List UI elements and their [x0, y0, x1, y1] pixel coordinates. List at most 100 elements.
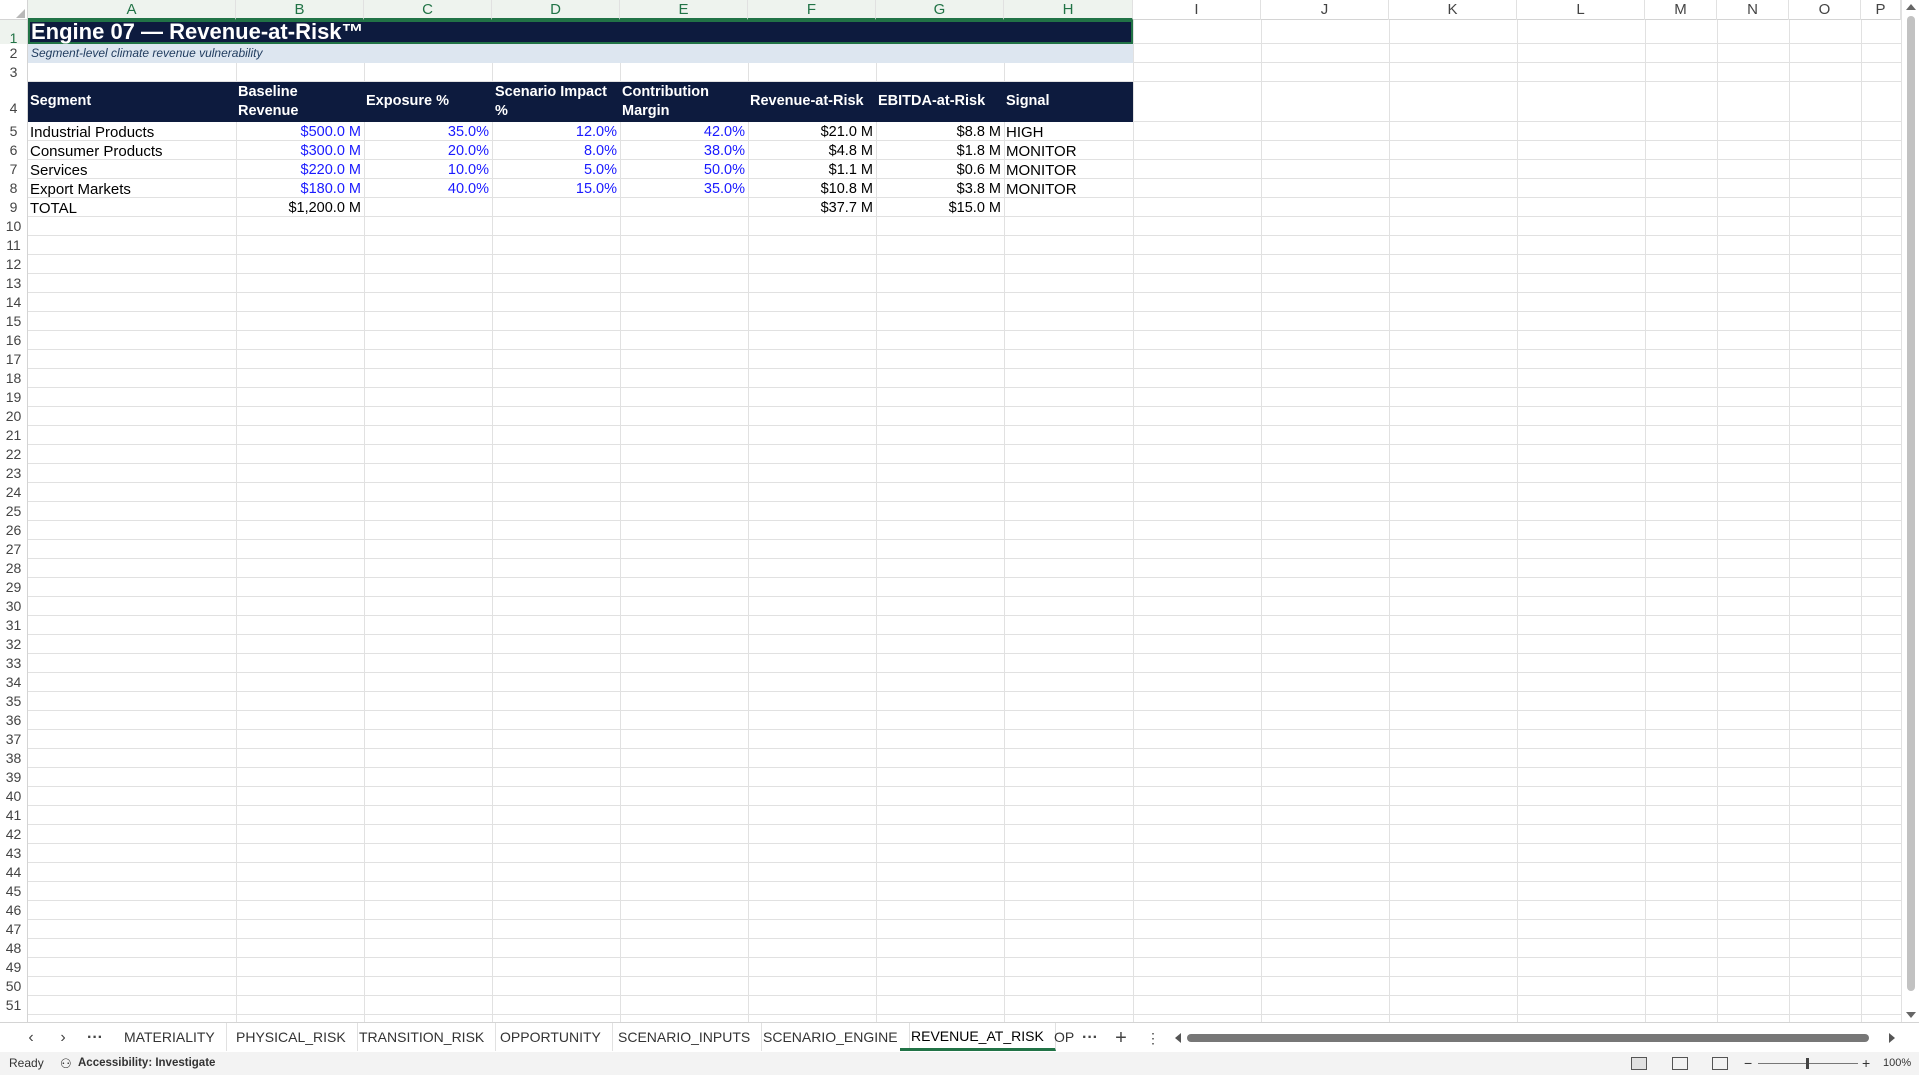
- worksheet-grid[interactable]: Engine 07 — Revenue-at-Risk™ Segment-lev…: [28, 20, 1901, 1022]
- cell-ebitda-at-risk[interactable]: $3.8 M: [876, 180, 1001, 199]
- row-header-17[interactable]: 17: [0, 350, 27, 369]
- tab-transition-risk[interactable]: TRANSITION_RISK: [348, 1023, 497, 1051]
- chevron-right-icon[interactable]: ›: [52, 1027, 74, 1049]
- row-header-51[interactable]: 51: [0, 996, 27, 1015]
- chevron-left-icon[interactable]: ‹: [20, 1027, 42, 1049]
- scroll-right-icon[interactable]: [1889, 1033, 1895, 1043]
- column-header-N[interactable]: N: [1717, 0, 1789, 20]
- horizontal-scroll-thumb[interactable]: [1187, 1034, 1869, 1042]
- cell-baseline-revenue[interactable]: $180.0 M: [236, 180, 361, 199]
- accessibility-status[interactable]: Accessibility: Investigate: [78, 1052, 215, 1075]
- horizontal-scrollbar[interactable]: [1175, 1032, 1895, 1044]
- cell-baseline-revenue[interactable]: $220.0 M: [236, 161, 361, 180]
- cell-exposure[interactable]: 10.0%: [364, 161, 489, 180]
- row-header-21[interactable]: 21: [0, 426, 27, 445]
- cell-signal[interactable]: HIGH: [1006, 123, 1130, 142]
- row-header-24[interactable]: 24: [0, 483, 27, 502]
- header-baseline-revenue[interactable]: Baseline Revenue: [238, 83, 318, 121]
- cell-contribution-margin[interactable]: 35.0%: [620, 180, 745, 199]
- column-header-K[interactable]: K: [1389, 0, 1517, 20]
- column-header-D[interactable]: D: [492, 0, 620, 20]
- normal-view-icon[interactable]: [1631, 1057, 1647, 1070]
- cell-segment[interactable]: Export Markets: [30, 180, 234, 199]
- row-header-6[interactable]: 6: [0, 141, 27, 160]
- cell-ebitda-at-risk[interactable]: $8.8 M: [876, 123, 1001, 142]
- zoom-slider-handle[interactable]: [1806, 1058, 1809, 1069]
- row-header-19[interactable]: 19: [0, 388, 27, 407]
- cell-segment[interactable]: Services: [30, 161, 234, 180]
- row-header-43[interactable]: 43: [0, 844, 27, 863]
- row-header-10[interactable]: 10: [0, 217, 27, 236]
- total-revenue-at-risk[interactable]: $37.7 M: [748, 199, 873, 218]
- column-header-I[interactable]: I: [1133, 0, 1261, 20]
- tab-scenario-inputs[interactable]: SCENARIO_INPUTS: [607, 1023, 763, 1051]
- row-header-28[interactable]: 28: [0, 559, 27, 578]
- row-header-7[interactable]: 7: [0, 160, 27, 179]
- cell-signal[interactable]: MONITOR: [1006, 142, 1130, 161]
- sheet-title[interactable]: Engine 07 — Revenue-at-Risk™: [31, 20, 931, 44]
- row-header-13[interactable]: 13: [0, 274, 27, 293]
- row-header-40[interactable]: 40: [0, 787, 27, 806]
- add-sheet-button[interactable]: +: [1110, 1027, 1132, 1049]
- row-header-25[interactable]: 25: [0, 502, 27, 521]
- row-header-47[interactable]: 47: [0, 920, 27, 939]
- column-header-B[interactable]: B: [236, 0, 364, 20]
- row-header-14[interactable]: 14: [0, 293, 27, 312]
- header-ebitda-at-risk[interactable]: EBITDA-at-Risk: [878, 92, 1004, 111]
- cell-revenue-at-risk[interactable]: $1.1 M: [748, 161, 873, 180]
- cell-contribution-margin[interactable]: 42.0%: [620, 123, 745, 142]
- row-header-38[interactable]: 38: [0, 749, 27, 768]
- row-header-9[interactable]: 9: [0, 198, 27, 217]
- column-header-P[interactable]: P: [1861, 0, 1901, 20]
- header-contribution-margin[interactable]: Contribution Margin: [622, 83, 732, 121]
- zoom-out-button[interactable]: −: [1744, 1052, 1752, 1075]
- row-header-8[interactable]: 8: [0, 179, 27, 198]
- tab-scenario-engine[interactable]: SCENARIO_ENGINE: [752, 1023, 910, 1051]
- tab-physical-risk[interactable]: PHYSICAL_RISK: [225, 1023, 358, 1051]
- cell-signal[interactable]: MONITOR: [1006, 161, 1130, 180]
- cell-revenue-at-risk[interactable]: $10.8 M: [748, 180, 873, 199]
- column-header-H[interactable]: H: [1004, 0, 1133, 20]
- row-header-4[interactable]: 4: [0, 82, 27, 122]
- cell-signal[interactable]: MONITOR: [1006, 180, 1130, 199]
- accessibility-icon[interactable]: ⚇: [60, 1052, 72, 1075]
- row-header-49[interactable]: 49: [0, 958, 27, 977]
- row-header-33[interactable]: 33: [0, 654, 27, 673]
- cell-baseline-revenue[interactable]: $500.0 M: [236, 123, 361, 142]
- row-header-50[interactable]: 50: [0, 977, 27, 996]
- row-header-37[interactable]: 37: [0, 730, 27, 749]
- column-header-M[interactable]: M: [1645, 0, 1717, 20]
- vertical-scroll-thumb[interactable]: [1907, 16, 1915, 991]
- zoom-in-button[interactable]: +: [1862, 1052, 1870, 1075]
- cell-segment[interactable]: Industrial Products: [30, 123, 234, 142]
- header-signal[interactable]: Signal: [1006, 92, 1126, 111]
- row-header-48[interactable]: 48: [0, 939, 27, 958]
- column-header-G[interactable]: G: [876, 0, 1004, 20]
- row-header-20[interactable]: 20: [0, 407, 27, 426]
- row-header-29[interactable]: 29: [0, 578, 27, 597]
- cell-contribution-margin[interactable]: 38.0%: [620, 142, 745, 161]
- cell-revenue-at-risk[interactable]: $21.0 M: [748, 123, 873, 142]
- cell-segment[interactable]: Consumer Products: [30, 142, 234, 161]
- sheet-subtitle[interactable]: Segment-level climate revenue vulnerabil…: [31, 44, 631, 63]
- tab-opportunity[interactable]: OPPORTUNITY: [489, 1023, 613, 1051]
- row-header-27[interactable]: 27: [0, 540, 27, 559]
- row-header-3[interactable]: 3: [0, 63, 27, 82]
- column-header-J[interactable]: J: [1261, 0, 1389, 20]
- vertical-scrollbar[interactable]: [1901, 0, 1919, 1022]
- column-header-C[interactable]: C: [364, 0, 492, 20]
- column-header-F[interactable]: F: [748, 0, 876, 20]
- cell-exposure[interactable]: 35.0%: [364, 123, 489, 142]
- row-header-32[interactable]: 32: [0, 635, 27, 654]
- row-header-44[interactable]: 44: [0, 863, 27, 882]
- cell-ebitda-at-risk[interactable]: $0.6 M: [876, 161, 1001, 180]
- cell-scenario-impact[interactable]: 8.0%: [492, 142, 617, 161]
- header-segment[interactable]: Segment: [30, 92, 230, 111]
- row-header-11[interactable]: 11: [0, 236, 27, 255]
- cell-baseline-revenue[interactable]: $300.0 M: [236, 142, 361, 161]
- row-header-35[interactable]: 35: [0, 692, 27, 711]
- header-scenario-impact[interactable]: Scenario Impact %: [495, 83, 621, 121]
- row-header-34[interactable]: 34: [0, 673, 27, 692]
- tab-materiality[interactable]: MATERIALITY: [113, 1023, 227, 1051]
- row-header-31[interactable]: 31: [0, 616, 27, 635]
